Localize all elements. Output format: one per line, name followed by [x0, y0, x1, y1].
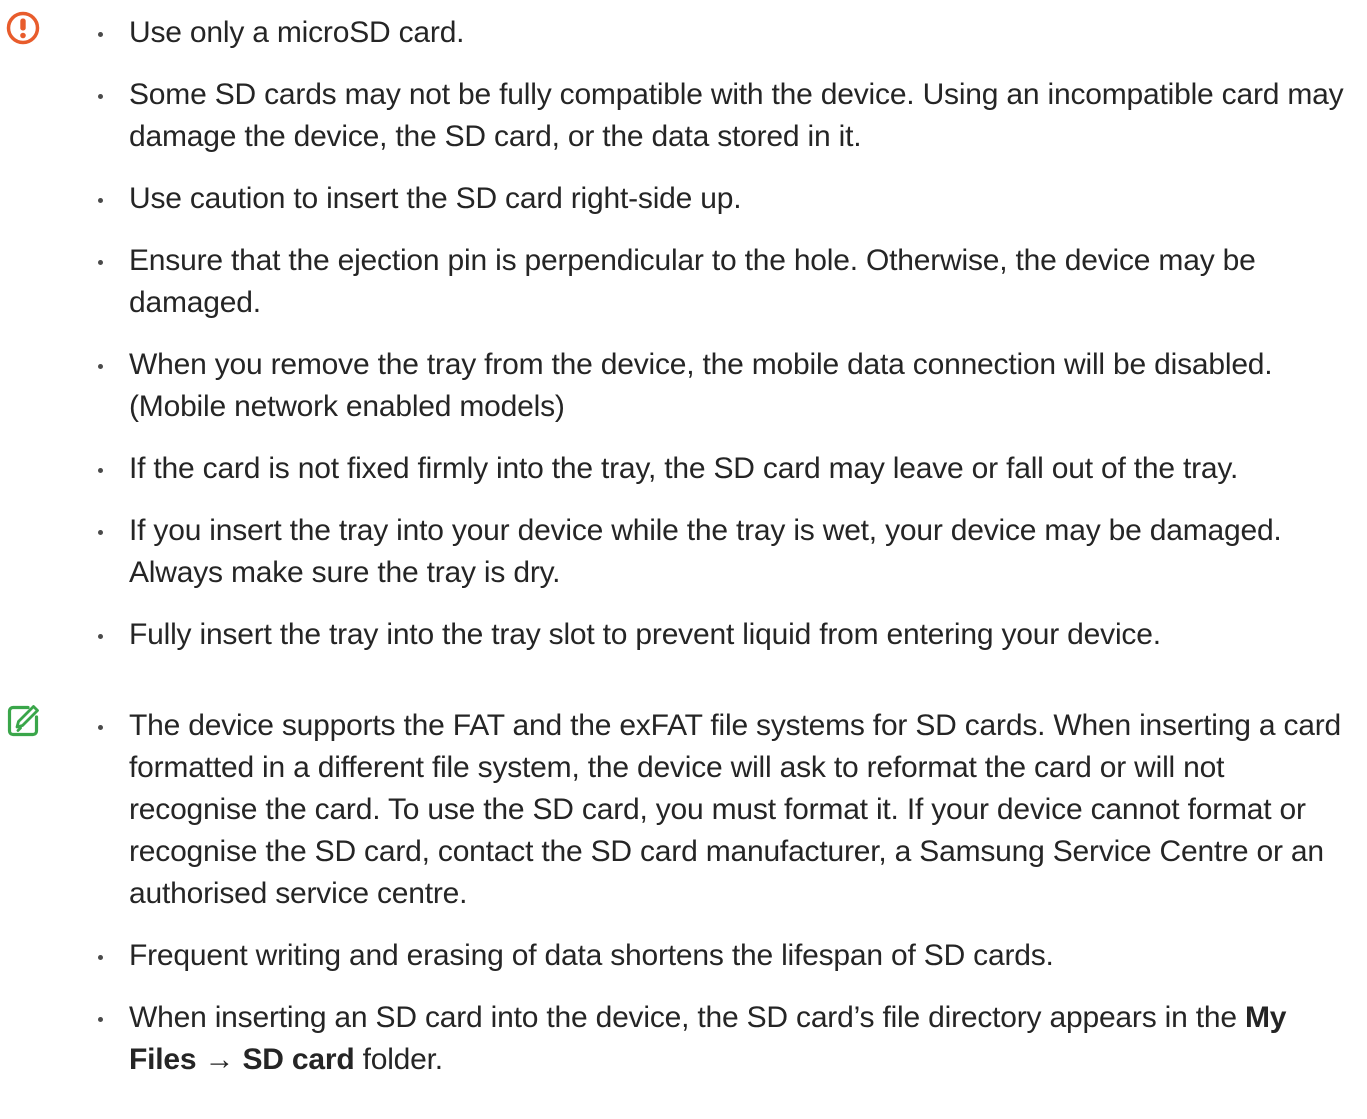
list-item: Use only a microSD card. — [92, 12, 1360, 54]
list-item: Some SD cards may not be fully compatibl… — [92, 74, 1360, 158]
list-item: When you remove the tray from the device… — [92, 344, 1360, 428]
list-item-suffix: folder. — [354, 1043, 444, 1076]
list-item: Frequent writing and erasing of data sho… — [92, 935, 1360, 977]
note-list: The device supports the FAT and the exFA… — [92, 705, 1360, 1101]
list-item-text: When inserting an SD card into the devic… — [129, 1001, 1245, 1034]
list-item: If you insert the tray into your device … — [92, 510, 1360, 594]
caution-icon — [6, 11, 40, 45]
menu-path-sd-card: SD card — [242, 1043, 355, 1076]
arrow-icon: → — [204, 1043, 235, 1076]
list-item: Use caution to insert the SD card right-… — [92, 178, 1360, 220]
list-item: Ensure that the ejection pin is perpendi… — [92, 240, 1360, 324]
list-item: When inserting an SD card into the devic… — [92, 997, 1360, 1081]
list-item: The device supports the FAT and the exFA… — [92, 705, 1360, 915]
list-item: If the card is not fixed firmly into the… — [92, 448, 1360, 490]
caution-list: Use only a microSD card. Some SD cards m… — [92, 12, 1360, 676]
list-item: Fully insert the tray into the tray slot… — [92, 614, 1360, 656]
note-icon — [7, 705, 39, 737]
